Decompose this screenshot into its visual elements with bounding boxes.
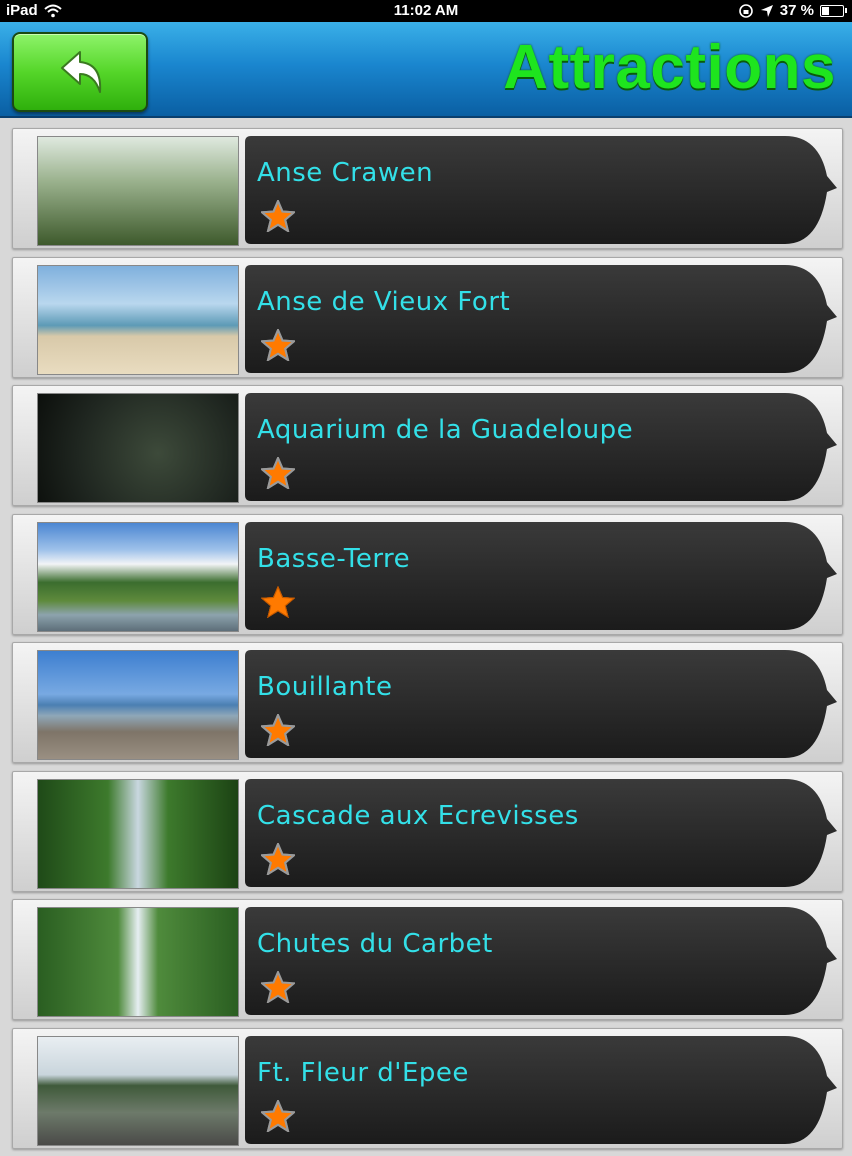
attraction-row[interactable]: Anse de Vieux Fort bbox=[12, 256, 843, 378]
attraction-thumbnail bbox=[37, 907, 239, 1017]
star-filled-icon bbox=[261, 585, 295, 618]
attraction-row[interactable]: Bouillante bbox=[12, 642, 843, 763]
location-arrow-icon bbox=[760, 4, 773, 17]
attraction-name: Cascade aux Ecrevisses bbox=[257, 800, 579, 831]
attraction-info-bubble: Basse-Terre bbox=[245, 521, 837, 630]
attraction-name: Anse Crawen bbox=[257, 158, 434, 188]
back-arrow-icon bbox=[61, 51, 102, 93]
star-empty-icon bbox=[261, 1099, 295, 1132]
attraction-name: Anse de Vieux Fort bbox=[257, 286, 511, 317]
attraction-info-bubble: Chutes du Carbet bbox=[245, 907, 837, 1015]
attraction-thumbnail bbox=[37, 521, 239, 632]
battery-icon bbox=[820, 4, 847, 17]
clock: 11:02 AM bbox=[393, 2, 459, 19]
attraction-thumbnail bbox=[37, 393, 239, 503]
status-right: 37 % bbox=[738, 2, 847, 19]
star-empty-icon bbox=[261, 714, 295, 746]
attraction-thumbnail bbox=[37, 650, 239, 760]
attraction-row[interactable]: Basse-Terre bbox=[12, 513, 843, 635]
star-empty-icon bbox=[261, 457, 295, 489]
attraction-name: Basse-Terre bbox=[257, 543, 411, 574]
attraction-info-bubble: Anse Crawen bbox=[245, 136, 837, 244]
attraction-name: Aquarium de la Guadeloupe bbox=[257, 415, 634, 445]
attraction-thumbnail bbox=[37, 1035, 239, 1146]
navigation-bar: Attractions bbox=[0, 22, 852, 118]
attraction-thumbnail bbox=[37, 136, 239, 246]
attraction-info-bubble: Anse de Vieux Fort bbox=[245, 264, 837, 373]
attraction-name: Bouillante bbox=[257, 672, 393, 702]
attraction-row[interactable]: Anse Crawen bbox=[12, 128, 843, 249]
attraction-row[interactable]: Ft. Fleur d'Epee bbox=[12, 1027, 843, 1149]
attraction-row[interactable]: Cascade aux Ecrevisses bbox=[12, 770, 843, 892]
attraction-row[interactable]: Aquarium de la Guadeloupe bbox=[12, 385, 843, 506]
rotation-lock-icon bbox=[738, 3, 753, 18]
star-empty-icon bbox=[261, 200, 295, 232]
attraction-thumbnail bbox=[37, 264, 239, 375]
star-empty-icon bbox=[261, 971, 295, 1003]
battery-percent: 37 % bbox=[779, 2, 814, 19]
attraction-info-bubble: Bouillante bbox=[245, 650, 837, 758]
star-empty-icon bbox=[261, 328, 295, 361]
attraction-thumbnail bbox=[37, 778, 239, 889]
attraction-name: Ft. Fleur d'Epee bbox=[257, 1057, 469, 1088]
star-empty-icon bbox=[261, 842, 295, 875]
status-bar: iPad 11:02 AM 37 % bbox=[0, 0, 852, 22]
attraction-info-bubble: Aquarium de la Guadeloupe bbox=[245, 393, 837, 501]
attraction-info-bubble: Ft. Fleur d'Epee bbox=[245, 1035, 837, 1144]
page-title: Attractions bbox=[503, 33, 836, 102]
attraction-info-bubble: Cascade aux Ecrevisses bbox=[245, 778, 837, 887]
attractions-list: Anse Crawen Anse de Vieux Fort Aquarium de… bbox=[0, 118, 852, 1156]
attraction-name: Chutes du Carbet bbox=[257, 929, 493, 959]
attraction-row[interactable]: Chutes du Carbet bbox=[12, 899, 843, 1020]
back-button[interactable] bbox=[12, 32, 148, 112]
